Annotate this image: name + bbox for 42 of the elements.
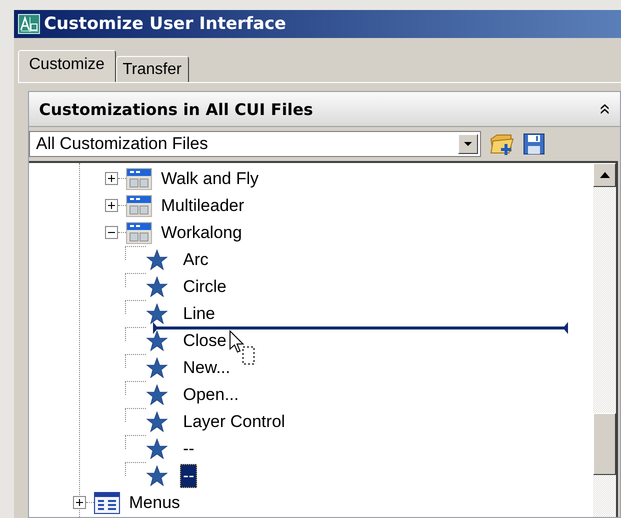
tree-item[interactable]: Arc [180,248,212,272]
tab[interactable]: Transfer [116,56,189,82]
star-icon [146,330,168,352]
window-title: Customize User Interface [44,14,286,34]
expand-toggle[interactable] [105,172,118,185]
tree-item[interactable]: -- [180,436,198,460]
tree-item[interactable]: Line [180,302,218,326]
drag-cursor-icon [229,330,255,366]
star-icon [146,384,168,406]
tree-item[interactable]: -- [180,464,198,488]
star-icon [146,248,168,270]
tree-item[interactable]: Open... [180,382,242,406]
tab[interactable]: Customize [18,50,116,82]
star-icon [146,464,168,486]
menu-icon [94,492,120,514]
save-icon[interactable] [523,133,545,155]
scrollbar-thumb[interactable] [593,413,616,475]
tree-item[interactable]: Layer Control [180,410,288,434]
tree-item[interactable]: New... [180,356,234,380]
star-icon [146,356,168,378]
tree-item[interactable]: Workalong [158,220,245,244]
tree-item[interactable]: Walk and Fly [158,166,262,190]
toolbar-icon [126,222,152,244]
tree-item[interactable]: Circle [180,274,230,298]
expand-toggle[interactable] [105,199,118,212]
star-icon [146,438,168,460]
toolbar-icon [126,168,152,190]
toolbar-icon [126,194,152,216]
tree-item[interactable]: Menus [126,490,184,514]
star-icon [146,276,168,298]
panel-title: Customizations in All CUI Files [39,100,314,118]
collapse-toggle[interactable] [105,226,118,239]
app-icon [18,14,40,34]
expand-toggle[interactable] [73,496,86,509]
star-icon [146,410,168,432]
file-filter-dropdown[interactable]: All Customization Files [29,131,481,157]
star-icon [146,302,168,324]
tree-item[interactable]: Multileader [158,194,248,218]
collapse-button[interactable]: » [594,99,614,119]
folder-add-icon[interactable] [489,132,515,156]
up-arrow-icon [600,172,610,178]
scroll-up-button[interactable] [593,163,616,187]
